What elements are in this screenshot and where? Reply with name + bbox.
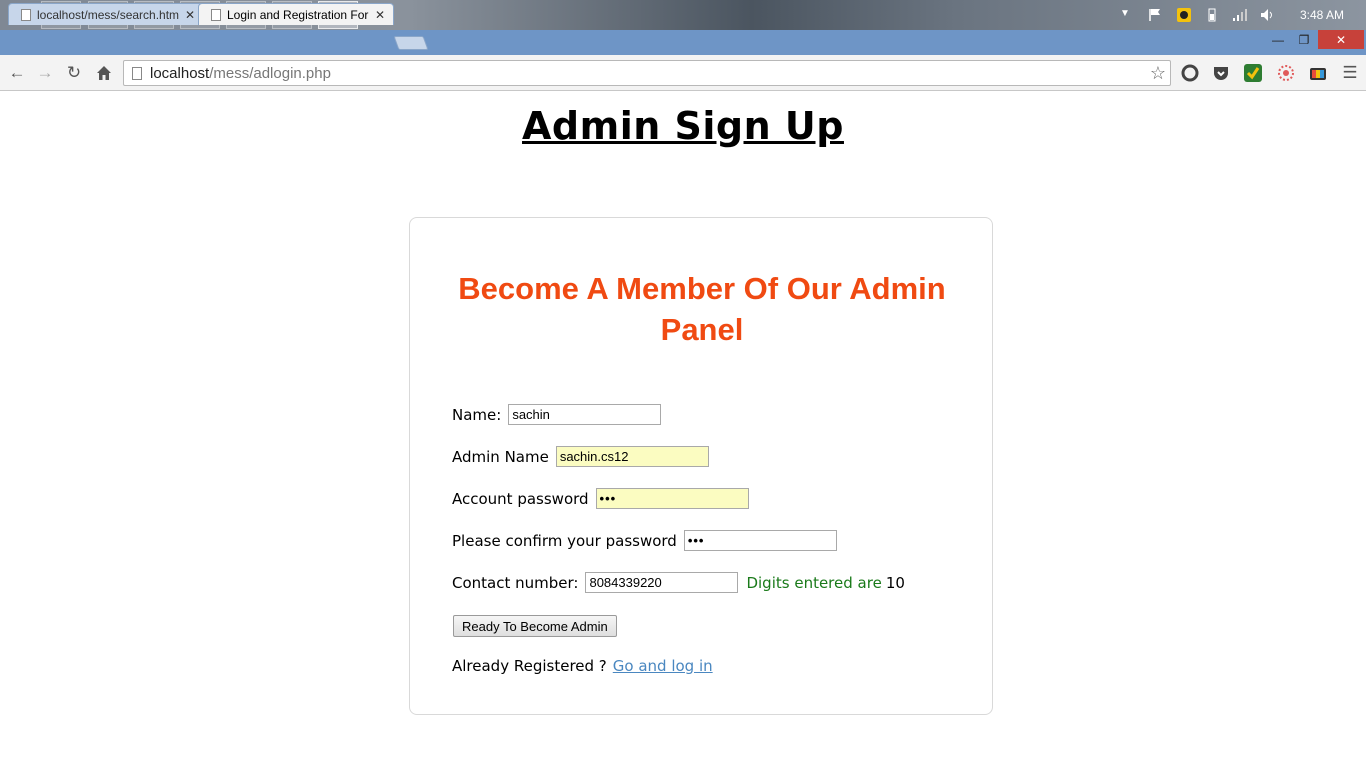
- app-tray-icon[interactable]: [1176, 8, 1192, 22]
- back-icon[interactable]: ←: [6, 62, 28, 84]
- name-label: Name:: [452, 405, 502, 424]
- new-tab-button[interactable]: [393, 36, 429, 50]
- flag-icon[interactable]: [1148, 8, 1164, 22]
- chevron-up-icon[interactable]: ▼: [1120, 8, 1136, 22]
- close-window-icon[interactable]: ✕: [1318, 30, 1364, 49]
- system-tray: ▼ 3:48 AM: [1114, 0, 1366, 30]
- checkmark-extension-icon[interactable]: [1244, 64, 1262, 82]
- browser-toolbar: ← → ↻ localhost/mess/adlogin.php ☆ ☰: [0, 55, 1366, 91]
- already-registered-text: Already Registered ?: [452, 657, 607, 675]
- pocket-icon[interactable]: [1212, 64, 1230, 82]
- become-admin-button[interactable]: Ready To Become Admin: [453, 615, 617, 637]
- tab-strip: [0, 30, 1366, 55]
- clock[interactable]: 3:48 AM: [1300, 8, 1344, 22]
- confirm-password-label: Please confirm your password: [452, 531, 677, 550]
- tv-extension-icon[interactable]: [1309, 64, 1327, 82]
- password-row: Account password: [452, 488, 749, 509]
- password-label: Account password: [452, 489, 589, 508]
- extension-circle-icon[interactable]: [1181, 64, 1199, 82]
- admin-name-label: Admin Name: [452, 447, 549, 466]
- forward-icon[interactable]: →: [34, 62, 56, 84]
- close-tab-icon[interactable]: ✕: [185, 8, 195, 22]
- tab-title: Login and Registration For: [227, 7, 369, 22]
- already-registered-row: Already Registered ? Go and log in: [452, 657, 713, 675]
- bookmark-star-icon[interactable]: ☆: [1150, 63, 1166, 84]
- signup-card: Become A Member Of Our Admin Panel Name:…: [409, 217, 993, 715]
- page-title: Admin Sign Up: [522, 104, 844, 148]
- page-icon: [21, 8, 31, 21]
- url-host: localhost: [150, 64, 210, 82]
- address-bar[interactable]: localhost/mess/adlogin.php ☆: [123, 60, 1171, 86]
- admin-name-input[interactable]: [555, 446, 709, 467]
- login-link[interactable]: Go and log in: [613, 657, 713, 675]
- digits-label: Digits entered are: [746, 573, 882, 592]
- confirm-password-row: Please confirm your password: [452, 530, 837, 551]
- home-icon[interactable]: [93, 62, 115, 84]
- menu-icon[interactable]: ☰: [1339, 62, 1361, 84]
- contact-label: Contact number:: [452, 573, 579, 592]
- name-row: Name:: [452, 404, 662, 425]
- burst-extension-icon[interactable]: [1277, 64, 1295, 82]
- contact-input[interactable]: [585, 572, 739, 593]
- close-tab-icon[interactable]: ✕: [375, 8, 385, 22]
- minimize-icon[interactable]: —: [1264, 30, 1292, 49]
- tab-title: localhost/mess/search.htm: [37, 7, 179, 22]
- network-signal-icon[interactable]: [1232, 8, 1248, 22]
- url-path: /mess/adlogin.php: [209, 64, 331, 82]
- name-input[interactable]: [508, 404, 662, 425]
- page-icon: [132, 66, 142, 80]
- tab-login-registration[interactable]: Login and Registration For ✕: [198, 3, 394, 25]
- form-heading: Become A Member Of Our Admin Panel: [458, 271, 946, 347]
- page-icon: [211, 8, 221, 21]
- contact-row: Contact number: Digits entered are 10: [452, 572, 905, 593]
- confirm-password-input[interactable]: [683, 530, 837, 551]
- reload-icon[interactable]: ↻: [63, 62, 85, 84]
- admin-name-row: Admin Name: [452, 446, 709, 467]
- restore-icon[interactable]: ❐: [1290, 30, 1318, 49]
- volume-icon[interactable]: [1260, 8, 1276, 22]
- digits-count: 10: [885, 573, 905, 592]
- battery-icon[interactable]: [1204, 8, 1220, 22]
- password-input[interactable]: [595, 488, 749, 509]
- tab-search[interactable]: localhost/mess/search.htm ✕: [8, 3, 204, 25]
